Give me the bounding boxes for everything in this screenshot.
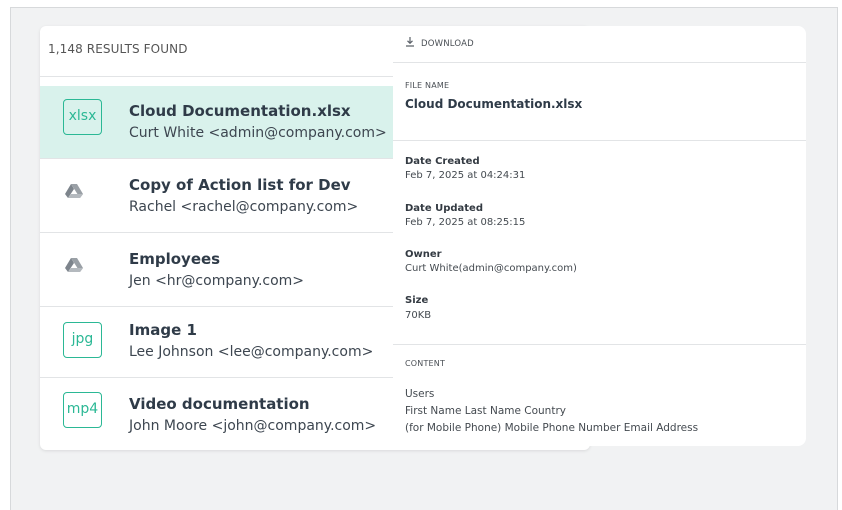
mp4-file-icon: mp4: [63, 392, 102, 428]
size-label: Size: [405, 295, 429, 306]
content-line: (for Mobile Phone) Mobile Phone Number E…: [405, 422, 699, 434]
date-updated-value: Feb 7, 2025 at 08:25:15: [405, 217, 526, 228]
date-created-field: Date Created Feb 7, 2025 at 04:24:31: [405, 156, 525, 181]
divider: [393, 140, 806, 141]
content-label: CONTENT: [405, 359, 446, 368]
google-drive-icon: [65, 258, 83, 272]
result-title: Copy of Action list for Dev: [129, 176, 351, 194]
content-line: Users: [405, 388, 435, 400]
xlsx-file-icon: xlsx: [63, 99, 102, 135]
divider: [393, 344, 806, 345]
result-owner: Lee Johnson <lee@company.com>: [129, 344, 374, 360]
result-title: Cloud Documentation.xlsx: [129, 102, 351, 120]
owner-field: Owner Curt White(admin@company.com): [405, 249, 577, 274]
jpg-file-icon: jpg: [63, 322, 102, 358]
date-updated-label: Date Updated: [405, 203, 483, 214]
result-title: Image 1: [129, 321, 197, 339]
size-value: 70KB: [405, 310, 432, 321]
result-owner: Curt White <admin@company.com>: [129, 125, 387, 141]
result-owner: Jen <hr@company.com>: [129, 273, 305, 289]
content-section: CONTENT Users First Name Last Name Count…: [405, 359, 698, 434]
result-owner: John Moore <john@company.com>: [129, 418, 377, 434]
download-label: DOWNLOAD: [421, 39, 474, 49]
date-created-label: Date Created: [405, 156, 480, 167]
google-drive-icon: [65, 184, 83, 198]
content-line: First Name Last Name Country: [405, 405, 566, 417]
result-title: Employees: [129, 250, 221, 268]
download-button[interactable]: DOWNLOAD: [393, 26, 806, 63]
download-icon: [406, 37, 414, 47]
file-name-section: FILE NAME Cloud Documentation.xlsx: [405, 81, 582, 111]
file-name-value: Cloud Documentation.xlsx: [405, 97, 583, 111]
date-created-value: Feb 7, 2025 at 04:24:31: [405, 170, 526, 181]
result-owner: Rachel <rachel@company.com>: [129, 199, 359, 215]
owner-label: Owner: [405, 249, 442, 260]
file-details-panel: DOWNLOAD FILE NAME Cloud Documentation.x…: [393, 26, 806, 446]
result-title: Video documentation: [129, 395, 310, 413]
date-updated-field: Date Updated Feb 7, 2025 at 08:25:15: [405, 203, 525, 228]
size-field: Size 70KB: [405, 295, 431, 321]
owner-value: Curt White(admin@company.com): [405, 263, 577, 274]
file-name-label: FILE NAME: [405, 81, 450, 90]
